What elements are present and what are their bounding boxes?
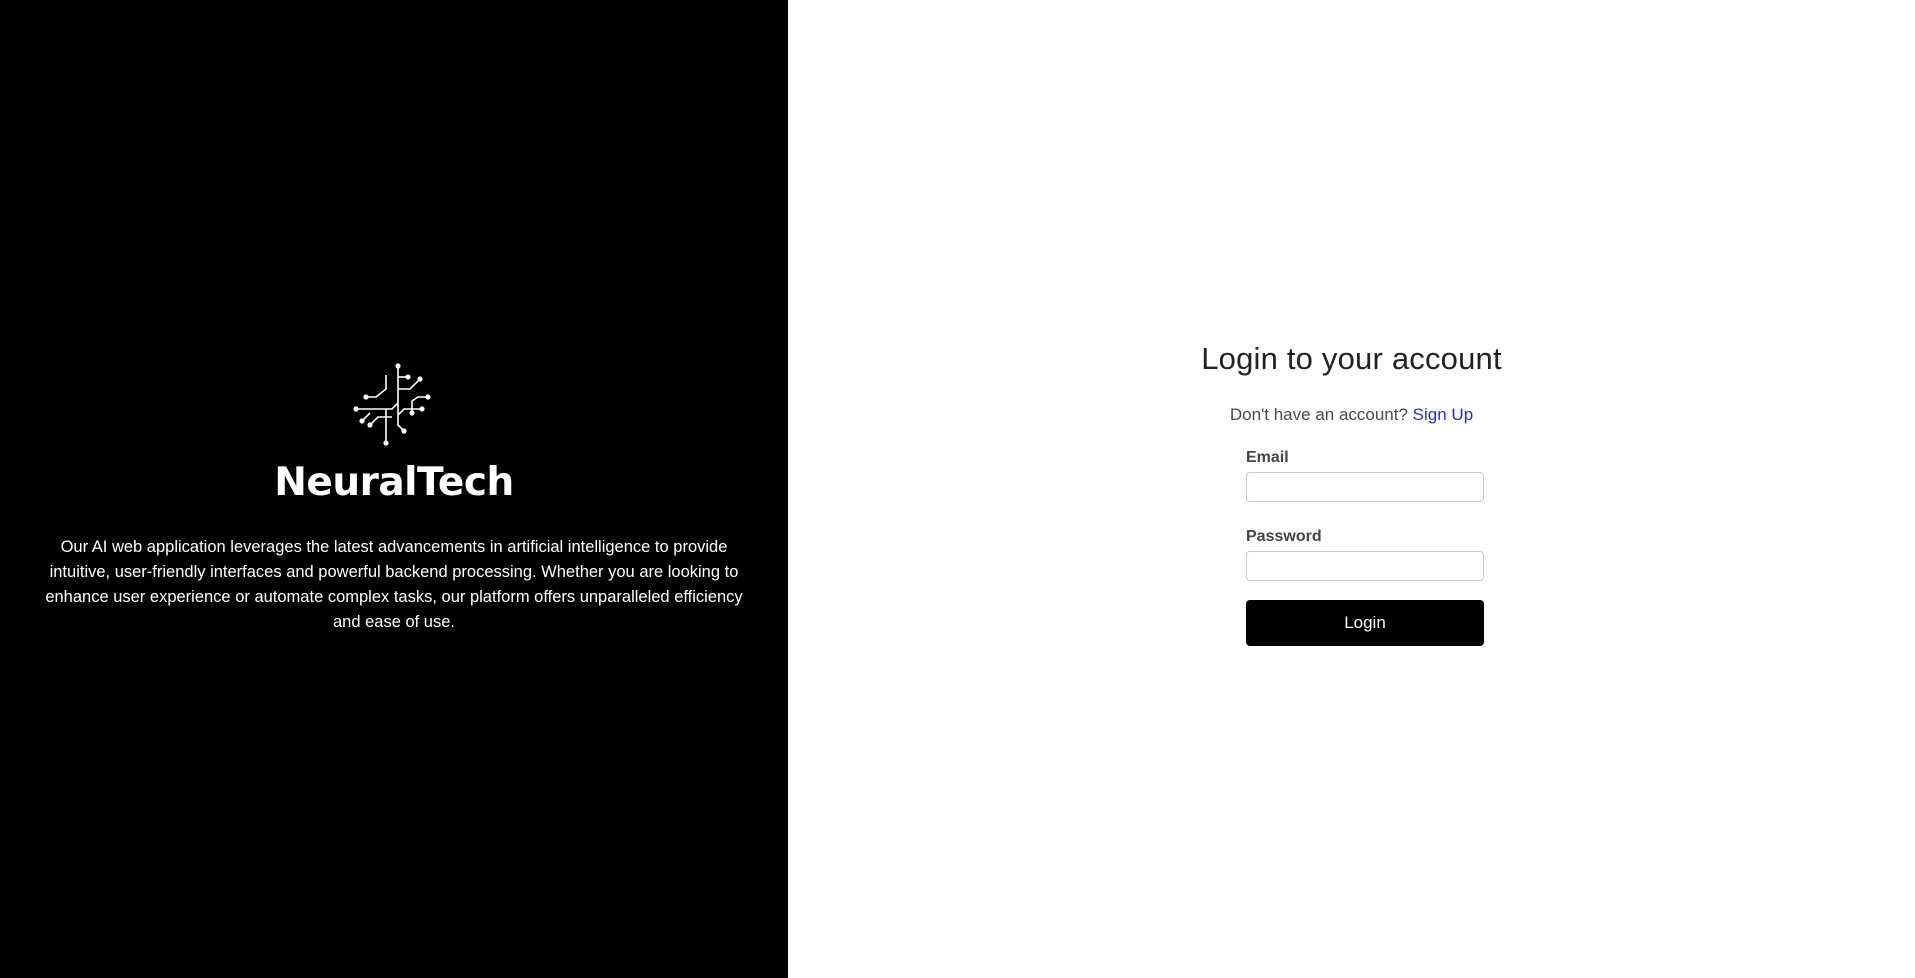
brand-name: NeuralTech bbox=[274, 460, 514, 505]
circuit-network-icon bbox=[353, 363, 431, 446]
login-button[interactable]: Login bbox=[1246, 600, 1484, 646]
brand-description: Our AI web application leverages the lat… bbox=[45, 538, 743, 631]
signup-prompt-line: Don't have an account? Sign Up bbox=[788, 403, 1915, 427]
login-form: Email Password Login bbox=[1246, 447, 1484, 646]
password-field-group: Password bbox=[1246, 526, 1484, 581]
page-title: Login to your account bbox=[1201, 341, 1502, 376]
signup-link[interactable]: Sign Up bbox=[1413, 405, 1473, 424]
brand-panel: NeuralTech Our AI web application levera… bbox=[0, 0, 788, 978]
password-label: Password bbox=[1246, 528, 1322, 545]
login-panel: Login to your account Don't have an acco… bbox=[788, 0, 1915, 978]
login-page: NeuralTech Our AI web application levera… bbox=[0, 0, 1915, 978]
email-field-group: Email bbox=[1246, 447, 1484, 502]
signup-prompt-text: Don't have an account? bbox=[1229, 405, 1408, 424]
email-field[interactable] bbox=[1246, 472, 1484, 502]
email-label: Email bbox=[1246, 449, 1289, 466]
password-field[interactable] bbox=[1246, 551, 1484, 581]
